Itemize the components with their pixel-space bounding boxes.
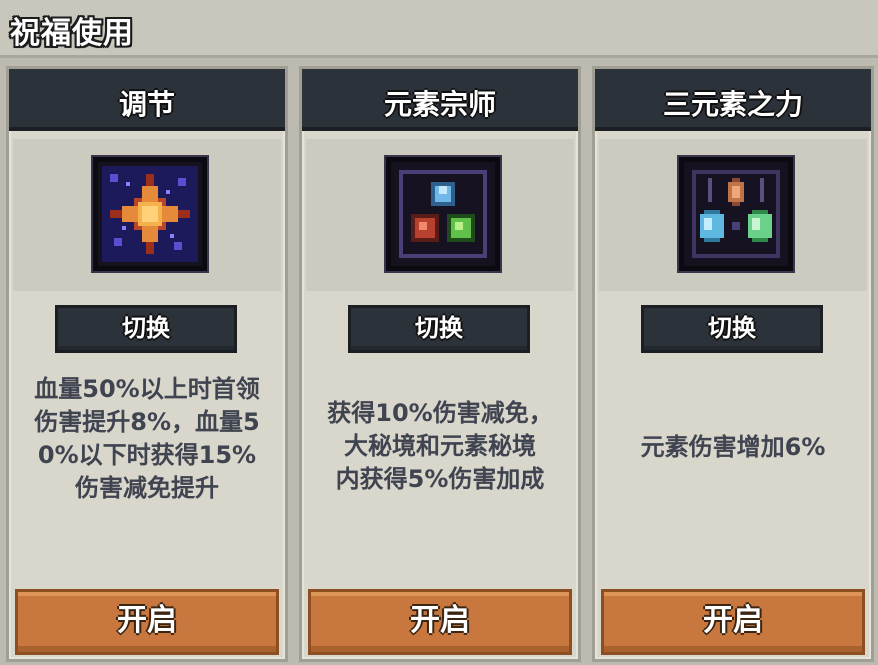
description-line: 0%以下时获得15% <box>37 441 257 469</box>
description-line: 元素伤害增加6% <box>640 433 826 461</box>
card-header: 元素宗师 <box>302 69 578 131</box>
blessing-card-1: 调节 切换 血量50%以上时首领 伤害提升8%，血量5 0%以下时获得15% 伤… <box>6 66 288 662</box>
switch-button[interactable]: 切换 <box>55 305 237 353</box>
icon-panel <box>306 139 574 291</box>
three-element-orbs-icon <box>384 155 502 273</box>
icon-panel <box>599 139 867 291</box>
card-header: 调节 <box>9 69 285 131</box>
description-line: 获得10%伤害减免， <box>327 399 553 427</box>
description-line: 大秘境和元素秘境 <box>344 432 536 460</box>
radiant-star-icon <box>91 155 209 273</box>
card-title: 三元素之力 <box>662 88 803 121</box>
card-header: 三元素之力 <box>595 69 871 131</box>
description-line: 血量50%以上时首领 <box>34 375 260 403</box>
page-title: 祝福使用 <box>10 16 134 51</box>
icon-panel <box>13 139 281 291</box>
description-line: 伤害提升8%，血量5 <box>34 408 260 436</box>
switch-button[interactable]: 切换 <box>641 305 823 353</box>
switch-button[interactable]: 切换 <box>348 305 530 353</box>
top-bar: 祝福使用 <box>0 0 878 58</box>
card-title: 元素宗师 <box>383 88 496 121</box>
blessing-card-3: 三元素之力 切换 元素伤害增加6% 开启 <box>592 66 874 662</box>
description-line: 内获得5%伤害加成 <box>335 465 545 493</box>
description-line: 伤害减免提升 <box>75 474 219 502</box>
card-title: 调节 <box>118 88 175 121</box>
enable-button[interactable]: 开启 <box>601 589 865 655</box>
three-element-crystals-icon <box>677 155 795 273</box>
enable-button[interactable]: 开启 <box>308 589 572 655</box>
enable-button[interactable]: 开启 <box>15 589 279 655</box>
blessing-card-2: 元素宗师 切换 获得10%伤害减免， 大秘境和元素秘境 内获得5%伤害加成 开启 <box>299 66 581 662</box>
